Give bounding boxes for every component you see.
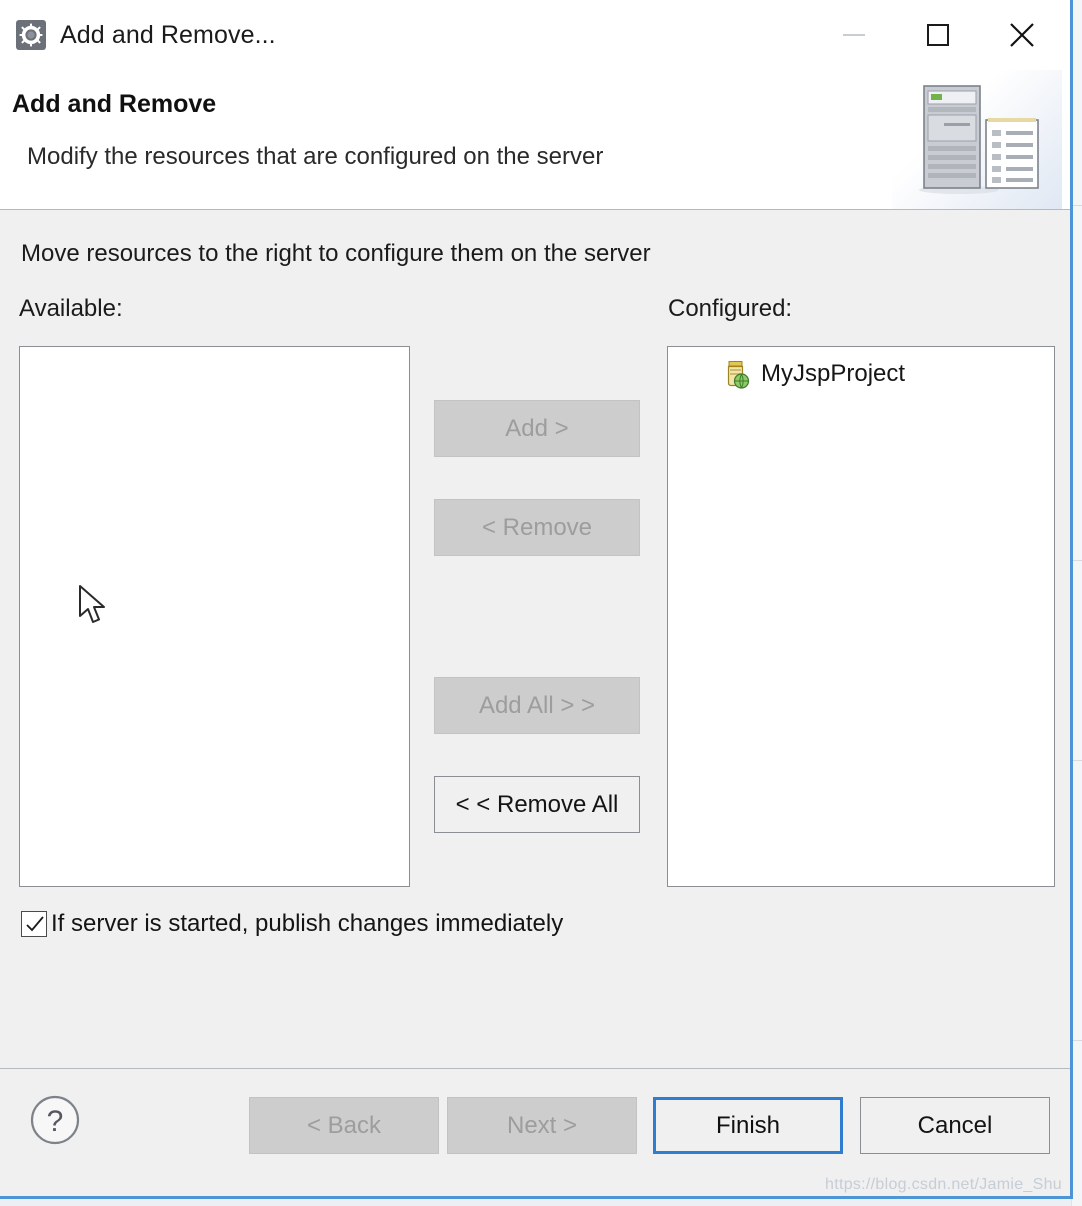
window-controls: [812, 0, 1064, 70]
configured-label: Configured:: [668, 295, 793, 322]
available-list[interactable]: [19, 346, 410, 887]
next-button[interactable]: Next >: [447, 1097, 637, 1154]
remove-all-button[interactable]: < < Remove All: [434, 776, 640, 833]
publish-changes-label: If server is started, publish changes im…: [51, 910, 564, 937]
watermark: https://blog.csdn.net/Jamie_Shu: [825, 1176, 1062, 1193]
dialog-footer: ? < Back Next > Finish Cancel https://bl…: [0, 1068, 1070, 1196]
minimize-button[interactable]: [812, 4, 896, 66]
close-icon: [1010, 23, 1034, 47]
add-all-button-label: Add All > >: [478, 691, 596, 719]
back-button[interactable]: < Back: [249, 1097, 439, 1154]
finish-button[interactable]: Finish: [653, 1097, 843, 1154]
publish-changes-checkbox[interactable]: [21, 911, 47, 937]
help-icon[interactable]: ?: [29, 1094, 81, 1146]
add-all-button[interactable]: Add All > >: [434, 677, 640, 734]
add-button[interactable]: Add >: [434, 400, 640, 457]
dialog-body: Move resources to the right to configure…: [0, 210, 1070, 1068]
close-button[interactable]: [980, 4, 1064, 66]
jar-module-icon: [727, 361, 750, 389]
server-and-document-icon: [892, 70, 1062, 209]
dialog-header: Add and Remove Modify the resources that…: [0, 70, 1070, 210]
add-button-label: Add >: [505, 414, 569, 442]
page-subtitle: Modify the resources that are configured…: [27, 143, 604, 170]
next-button-label: Next >: [506, 1111, 578, 1139]
instruction-text: Move resources to the right to configure…: [21, 240, 651, 267]
publish-changes-checkbox-row[interactable]: If server is started, publish changes im…: [21, 910, 563, 938]
gear-icon: [16, 20, 46, 50]
list-item[interactable]: MyJspProject: [668, 357, 1054, 391]
page-title: Add and Remove: [12, 90, 217, 118]
list-item-label: MyJspProject: [761, 360, 906, 387]
configured-list[interactable]: MyJspProject: [667, 346, 1055, 887]
cancel-button[interactable]: Cancel: [860, 1097, 1050, 1154]
available-label: Available:: [19, 295, 123, 322]
window-title: Add and Remove...: [60, 20, 276, 49]
maximize-icon: [927, 24, 949, 46]
check-icon: [26, 916, 44, 932]
finish-button-label: Finish: [715, 1111, 781, 1139]
cancel-button-label: Cancel: [917, 1111, 993, 1139]
maximize-button[interactable]: [896, 4, 980, 66]
remove-button-label: < Remove: [481, 513, 593, 541]
add-and-remove-dialog: Add and Remove... Add and Remove Modify …: [0, 0, 1073, 1199]
title-bar: Add and Remove...: [0, 0, 1070, 70]
minimize-icon: [843, 34, 865, 36]
remove-button[interactable]: < Remove: [434, 499, 640, 556]
svg-text:?: ?: [47, 1105, 64, 1138]
back-button-label: < Back: [306, 1111, 382, 1139]
remove-all-button-label: < < Remove All: [455, 790, 619, 818]
